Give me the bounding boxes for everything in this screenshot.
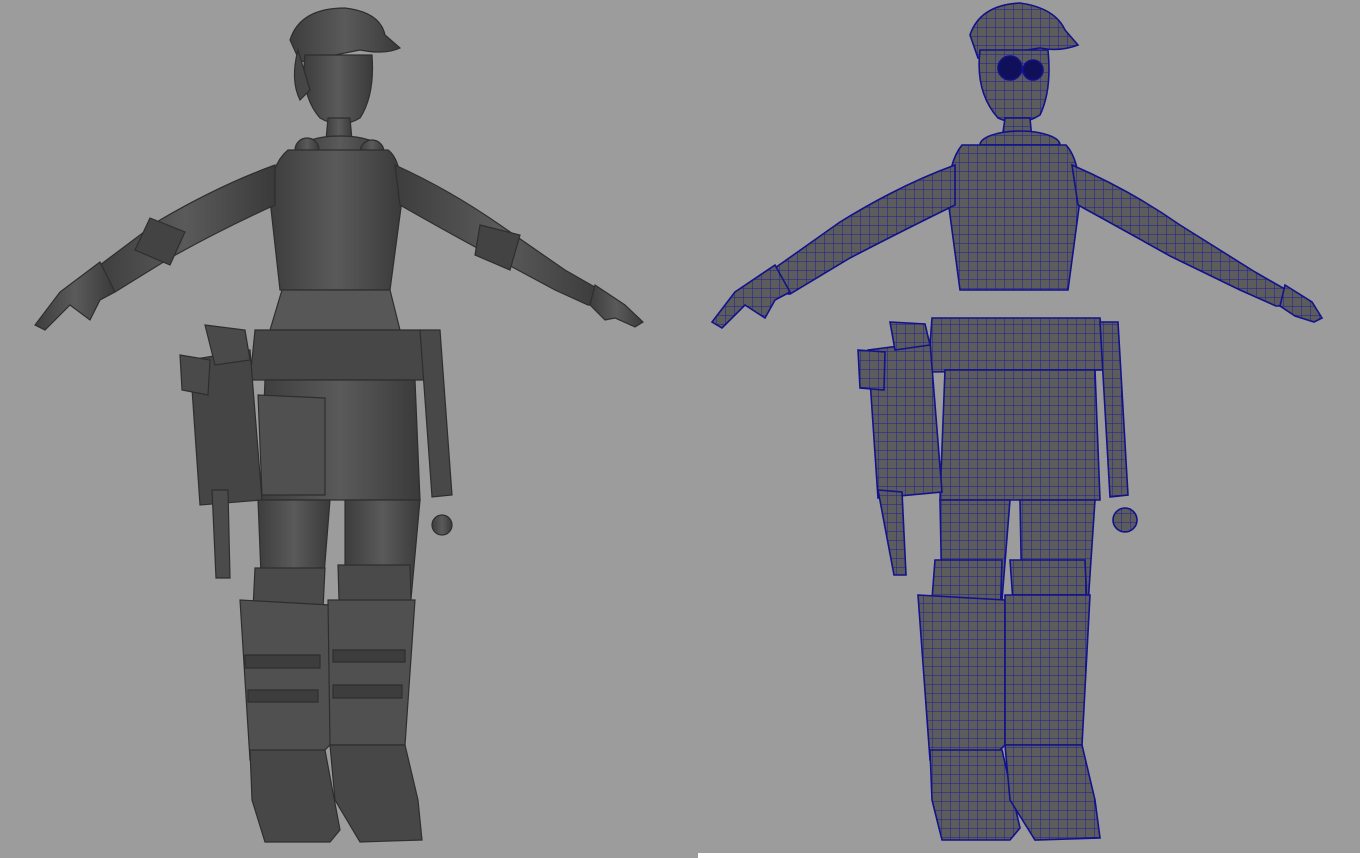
3d-viewport[interactable]: [0, 0, 1360, 858]
shaded-character-model[interactable]: [0, 0, 680, 858]
wireframe-character-model[interactable]: [680, 0, 1360, 858]
wireframe-view-panel[interactable]: [680, 0, 1360, 858]
shaded-view-panel[interactable]: [0, 0, 680, 858]
viewport-bottom-edge: [698, 853, 1360, 858]
